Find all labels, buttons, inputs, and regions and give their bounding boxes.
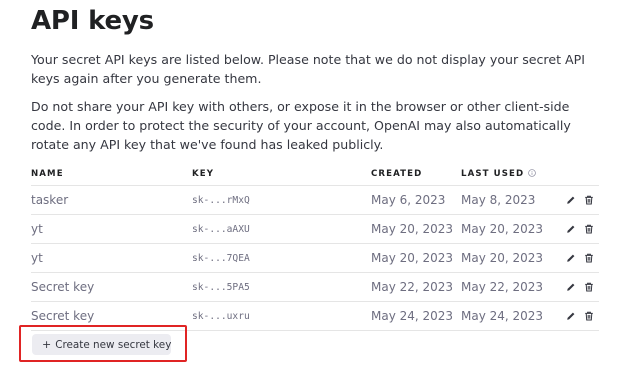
row-key: sk-...5PA5 xyxy=(192,282,250,293)
trash-icon[interactable] xyxy=(584,224,594,234)
table-row: Secret key sk-...5PA5 May 22, 2023 May 2… xyxy=(31,273,599,302)
row-name: Secret key xyxy=(31,309,95,323)
row-last-used: May 8, 2023 xyxy=(461,193,536,207)
row-created: May 20, 2023 xyxy=(371,222,454,236)
row-key: sk-...rMxQ xyxy=(192,195,250,206)
row-last-used: May 22, 2023 xyxy=(461,280,544,294)
header-last-used-label: LAST USED xyxy=(461,169,525,179)
row-last-used: May 20, 2023 xyxy=(461,251,544,265)
description-paragraph: Your secret API keys are listed below. P… xyxy=(31,52,585,86)
row-name: tasker xyxy=(31,193,69,207)
row-key: sk-...7QEA xyxy=(192,253,250,264)
page-title: API keys xyxy=(31,6,154,36)
row-name: yt xyxy=(31,251,43,265)
info-icon[interactable] xyxy=(528,169,537,177)
row-key: sk-...aAXU xyxy=(192,224,250,235)
row-created: May 22, 2023 xyxy=(371,280,454,294)
pencil-icon[interactable] xyxy=(566,311,576,321)
row-created: May 6, 2023 xyxy=(371,193,446,207)
table-header: NAME KEY CREATED LAST USED xyxy=(31,162,599,186)
warning-paragraph: Do not share your API key with others, o… xyxy=(31,99,571,152)
header-name: NAME xyxy=(31,169,64,179)
trash-icon[interactable] xyxy=(584,282,594,292)
trash-icon[interactable] xyxy=(584,195,594,205)
pencil-icon[interactable] xyxy=(566,195,576,205)
row-created: May 24, 2023 xyxy=(371,309,454,323)
create-button-label: Create new secret key xyxy=(55,339,172,351)
trash-icon[interactable] xyxy=(584,253,594,263)
trash-icon[interactable] xyxy=(584,311,594,321)
create-key-highlight: + Create new secret key xyxy=(19,325,187,362)
pencil-icon[interactable] xyxy=(566,282,576,292)
pencil-icon[interactable] xyxy=(566,253,576,263)
header-created: CREATED xyxy=(371,169,423,179)
pencil-icon[interactable] xyxy=(566,224,576,234)
api-keys-table: NAME KEY CREATED LAST USED tasker sk-...… xyxy=(31,162,599,331)
row-created: May 20, 2023 xyxy=(371,251,454,265)
row-last-used: May 20, 2023 xyxy=(461,222,544,236)
header-key: KEY xyxy=(192,169,215,179)
table-row: yt sk-...7QEA May 20, 2023 May 20, 2023 xyxy=(31,244,599,273)
plus-icon: + xyxy=(42,338,52,351)
create-new-secret-key-button[interactable]: + Create new secret key xyxy=(32,334,171,355)
row-last-used: May 24, 2023 xyxy=(461,309,544,323)
header-last-used: LAST USED xyxy=(461,169,537,179)
row-key: sk-...uxru xyxy=(192,311,250,322)
table-row: yt sk-...aAXU May 20, 2023 May 20, 2023 xyxy=(31,215,599,244)
table-row: tasker sk-...rMxQ May 6, 2023 May 8, 202… xyxy=(31,186,599,215)
row-name: yt xyxy=(31,222,43,236)
row-name: Secret key xyxy=(31,280,95,294)
